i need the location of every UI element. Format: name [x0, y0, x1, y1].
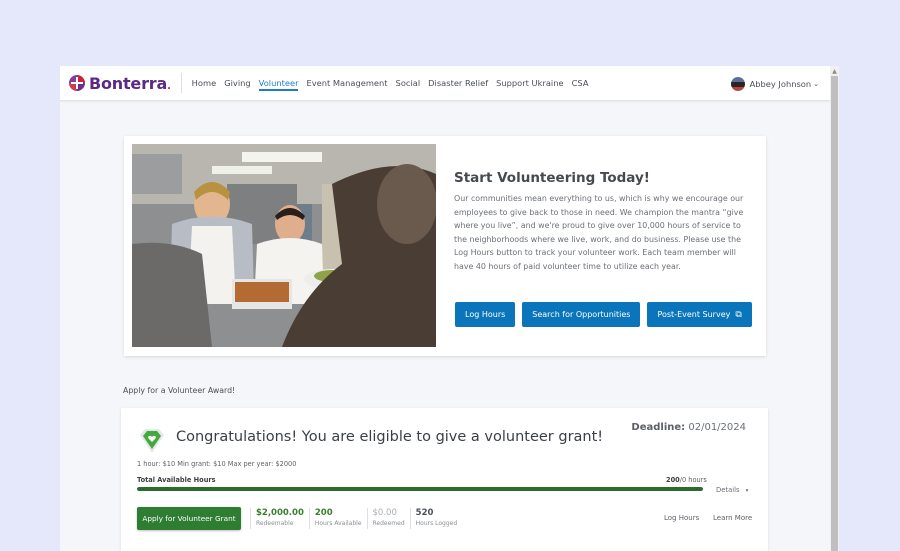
- details-label: Details: [716, 486, 740, 494]
- hours-progress-fill: [137, 487, 703, 491]
- total-available-hours-value: 200/0 hours: [666, 476, 707, 484]
- bonterra-logo[interactable]: Bonterra.: [69, 73, 182, 93]
- stat-label: Redeemable: [256, 520, 294, 527]
- nav-menu: Home Giving Volunteer Event Management S…: [192, 66, 597, 101]
- grant-stats: $2,000.00 Redeemable 200 Hours Available…: [250, 508, 462, 529]
- stat-value: $2,000.00: [256, 508, 304, 518]
- vertical-scrollbar[interactable]: ▲: [830, 66, 839, 551]
- nav-item-giving[interactable]: Giving: [224, 66, 250, 101]
- post-event-survey-button[interactable]: Post-Event Survey ⧉: [647, 302, 752, 327]
- hours-progress-bar: [137, 487, 703, 491]
- volunteer-hero-card: Start Volunteering Today! Our communitie…: [124, 136, 766, 356]
- stat-value: 200: [314, 508, 333, 518]
- stat-label: Hours Logged: [415, 520, 458, 527]
- nav-item-volunteer[interactable]: Volunteer: [258, 66, 298, 101]
- stat-value: 520: [415, 508, 434, 518]
- stat-hours-available: 200 Hours Available: [308, 508, 367, 529]
- details-toggle[interactable]: Details ▾: [716, 486, 748, 494]
- hero-actions: Log Hours Search for Opportunities Post-…: [455, 302, 752, 327]
- nav-item-disaster-relief[interactable]: Disaster Relief: [428, 66, 488, 101]
- user-name: Abbey Johnson: [749, 78, 812, 89]
- apply-volunteer-grant-button[interactable]: Apply for Volunteer Grant: [137, 507, 241, 530]
- user-menu[interactable]: Abbey Johnson ⌄: [730, 66, 819, 101]
- grant-rules: 1 hour: $10 Min grant: $10 Max per year:…: [137, 460, 297, 468]
- post-event-survey-label: Post-Event Survey: [657, 310, 731, 319]
- hours-available-count: 200: [666, 476, 680, 484]
- volunteer-grant-card: Congratulations! You are eligible to giv…: [121, 408, 768, 551]
- hero-description: Our communities mean everything to us, w…: [454, 194, 744, 271]
- nav-item-home[interactable]: Home: [192, 66, 217, 101]
- diamond-heart-icon: [140, 429, 164, 453]
- top-navigation: Bonterra. Home Giving Volunteer Event Ma…: [60, 66, 830, 101]
- stat-redeemable: $2,000.00 Redeemable: [250, 508, 309, 529]
- brand-name: Bonterra: [89, 73, 168, 93]
- chevron-down-icon: ⌄: [813, 79, 819, 88]
- stat-hours-logged: 520 Hours Logged: [409, 508, 463, 529]
- external-link-icon: ⧉: [735, 309, 742, 320]
- grant-deadline: Deadline: 02/01/2024: [631, 422, 746, 433]
- bonterra-logo-icon: [69, 75, 85, 91]
- brand-dot: .: [167, 80, 171, 92]
- search-opportunities-button[interactable]: Search for Opportunities: [522, 302, 641, 327]
- nav-item-social[interactable]: Social: [396, 66, 421, 101]
- stat-redeemed: $0.00 Redeemed: [366, 508, 410, 529]
- scroll-up-arrow-icon[interactable]: ▲: [830, 66, 839, 76]
- deadline-label: Deadline:: [631, 422, 686, 433]
- stat-label: Redeemed: [372, 520, 405, 527]
- hero-title: Start Volunteering Today!: [454, 170, 650, 186]
- volunteers-photo-illustration: [132, 144, 436, 347]
- stat-label: Hours Available: [314, 520, 362, 527]
- nav-item-support-ukraine[interactable]: Support Ukraine: [496, 66, 563, 101]
- avatar: [730, 76, 745, 91]
- nav-item-csa[interactable]: CSA: [572, 66, 589, 101]
- grant-eligibility-title: Congratulations! You are eligible to giv…: [176, 429, 604, 445]
- scrollbar-thumb[interactable]: [831, 76, 838, 551]
- hours-suffix: /0 hours: [679, 476, 707, 484]
- app-window: Bonterra. Home Giving Volunteer Event Ma…: [60, 66, 830, 551]
- nav-item-event-management[interactable]: Event Management: [306, 66, 387, 101]
- deadline-value: 02/01/2024: [688, 422, 746, 433]
- log-hours-button[interactable]: Log Hours: [455, 302, 516, 327]
- chevron-down-icon: ▾: [745, 488, 749, 494]
- hero-text: Start Volunteering Today! Our communitie…: [454, 170, 756, 273]
- award-section-label: Apply for a Volunteer Award!: [123, 386, 236, 395]
- learn-more-link[interactable]: Learn More: [713, 514, 752, 522]
- stat-value: $0.00: [372, 508, 397, 518]
- grant-log-hours-link[interactable]: Log Hours: [664, 514, 699, 522]
- total-available-hours-label: Total Available Hours: [137, 476, 216, 484]
- hero-image: [132, 144, 436, 347]
